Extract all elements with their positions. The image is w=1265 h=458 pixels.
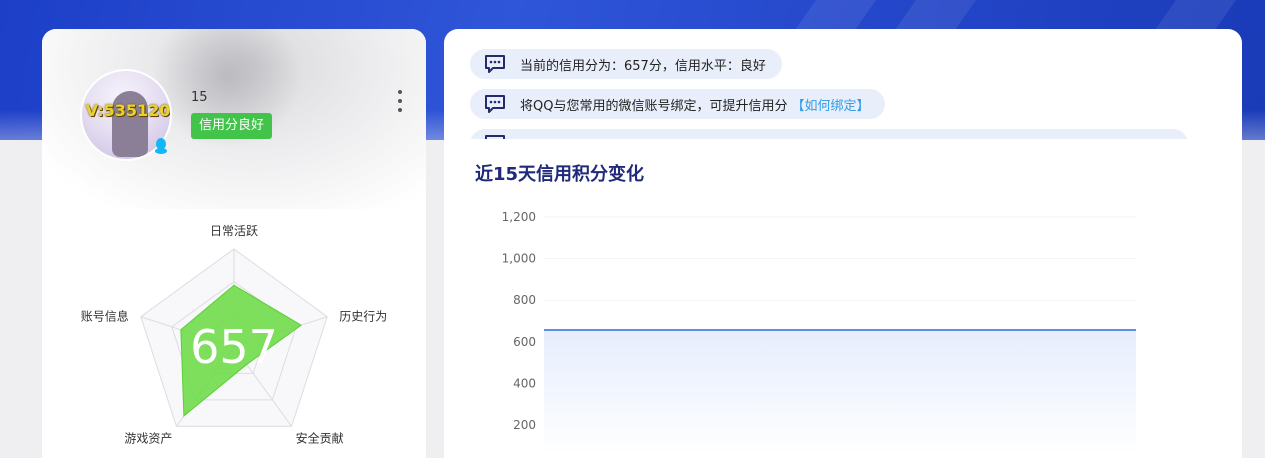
- profile-card: V:535120 15 信用分良好 日常活跃历史行为安全贡献 游戏资产 账号信息 65…: [42, 29, 426, 458]
- y-tick-label: 1,000: [502, 252, 536, 266]
- qq-icon: [155, 138, 167, 154]
- chat-bubble-icon: [485, 55, 505, 73]
- more-options-icon[interactable]: [394, 90, 406, 112]
- chat-bubble-icon: [485, 135, 505, 139]
- chat-bubble-icon: [485, 95, 505, 113]
- credit-score-value: 657: [190, 320, 278, 374]
- radar-axis-label: 日常活跃: [210, 224, 258, 238]
- username: 15: [191, 90, 208, 105]
- tip-text: 当前的信用分为：657分，信用水平：良好: [520, 58, 766, 74]
- y-tick-label: 600: [513, 335, 536, 349]
- tip-text: 将QQ与您常用的微信账号绑定，可提升信用分: [520, 98, 788, 114]
- tip-item-partial: [470, 129, 1188, 139]
- tip-item-score: 当前的信用分为：657分，信用水平：良好: [470, 49, 782, 79]
- tip-item-bind: 将QQ与您常用的微信账号绑定，可提升信用分 【如何绑定】: [470, 89, 886, 119]
- credit-radar-chart: 日常活跃历史行为安全贡献 游戏资产 账号信息 657: [81, 224, 387, 445]
- credit-trend-chart: 1,200 1,000 800 600 400 200: [502, 210, 1136, 455]
- tips-list: 当前的信用分为：657分，信用水平：良好 将QQ与您常用的微信账号绑定，可提升信…: [470, 49, 1210, 139]
- y-tick-label: 800: [513, 293, 536, 307]
- y-tick-label: 1,200: [502, 210, 536, 224]
- radar-axis-label: 历史行为: [339, 310, 387, 324]
- y-tick-label: 400: [513, 376, 536, 390]
- credit-main-card: 当前的信用分为：657分，信用水平：良好 将QQ与您常用的微信账号绑定，可提升信…: [444, 29, 1242, 458]
- radar-axis-label: 账号信息: [81, 309, 129, 324]
- radar-axis-label: 游戏资产: [124, 431, 172, 445]
- y-tick-label: 200: [513, 418, 536, 432]
- avatar-badge-text: V:535120: [85, 101, 171, 120]
- radar-axis-label: 安全贡献: [296, 430, 344, 445]
- credit-status-badge: 信用分良好: [191, 113, 273, 139]
- how-to-bind-link[interactable]: 【如何绑定】: [791, 95, 869, 114]
- chart-title: 近15天信用积分变化: [475, 164, 645, 185]
- area-fill: [544, 329, 1136, 455]
